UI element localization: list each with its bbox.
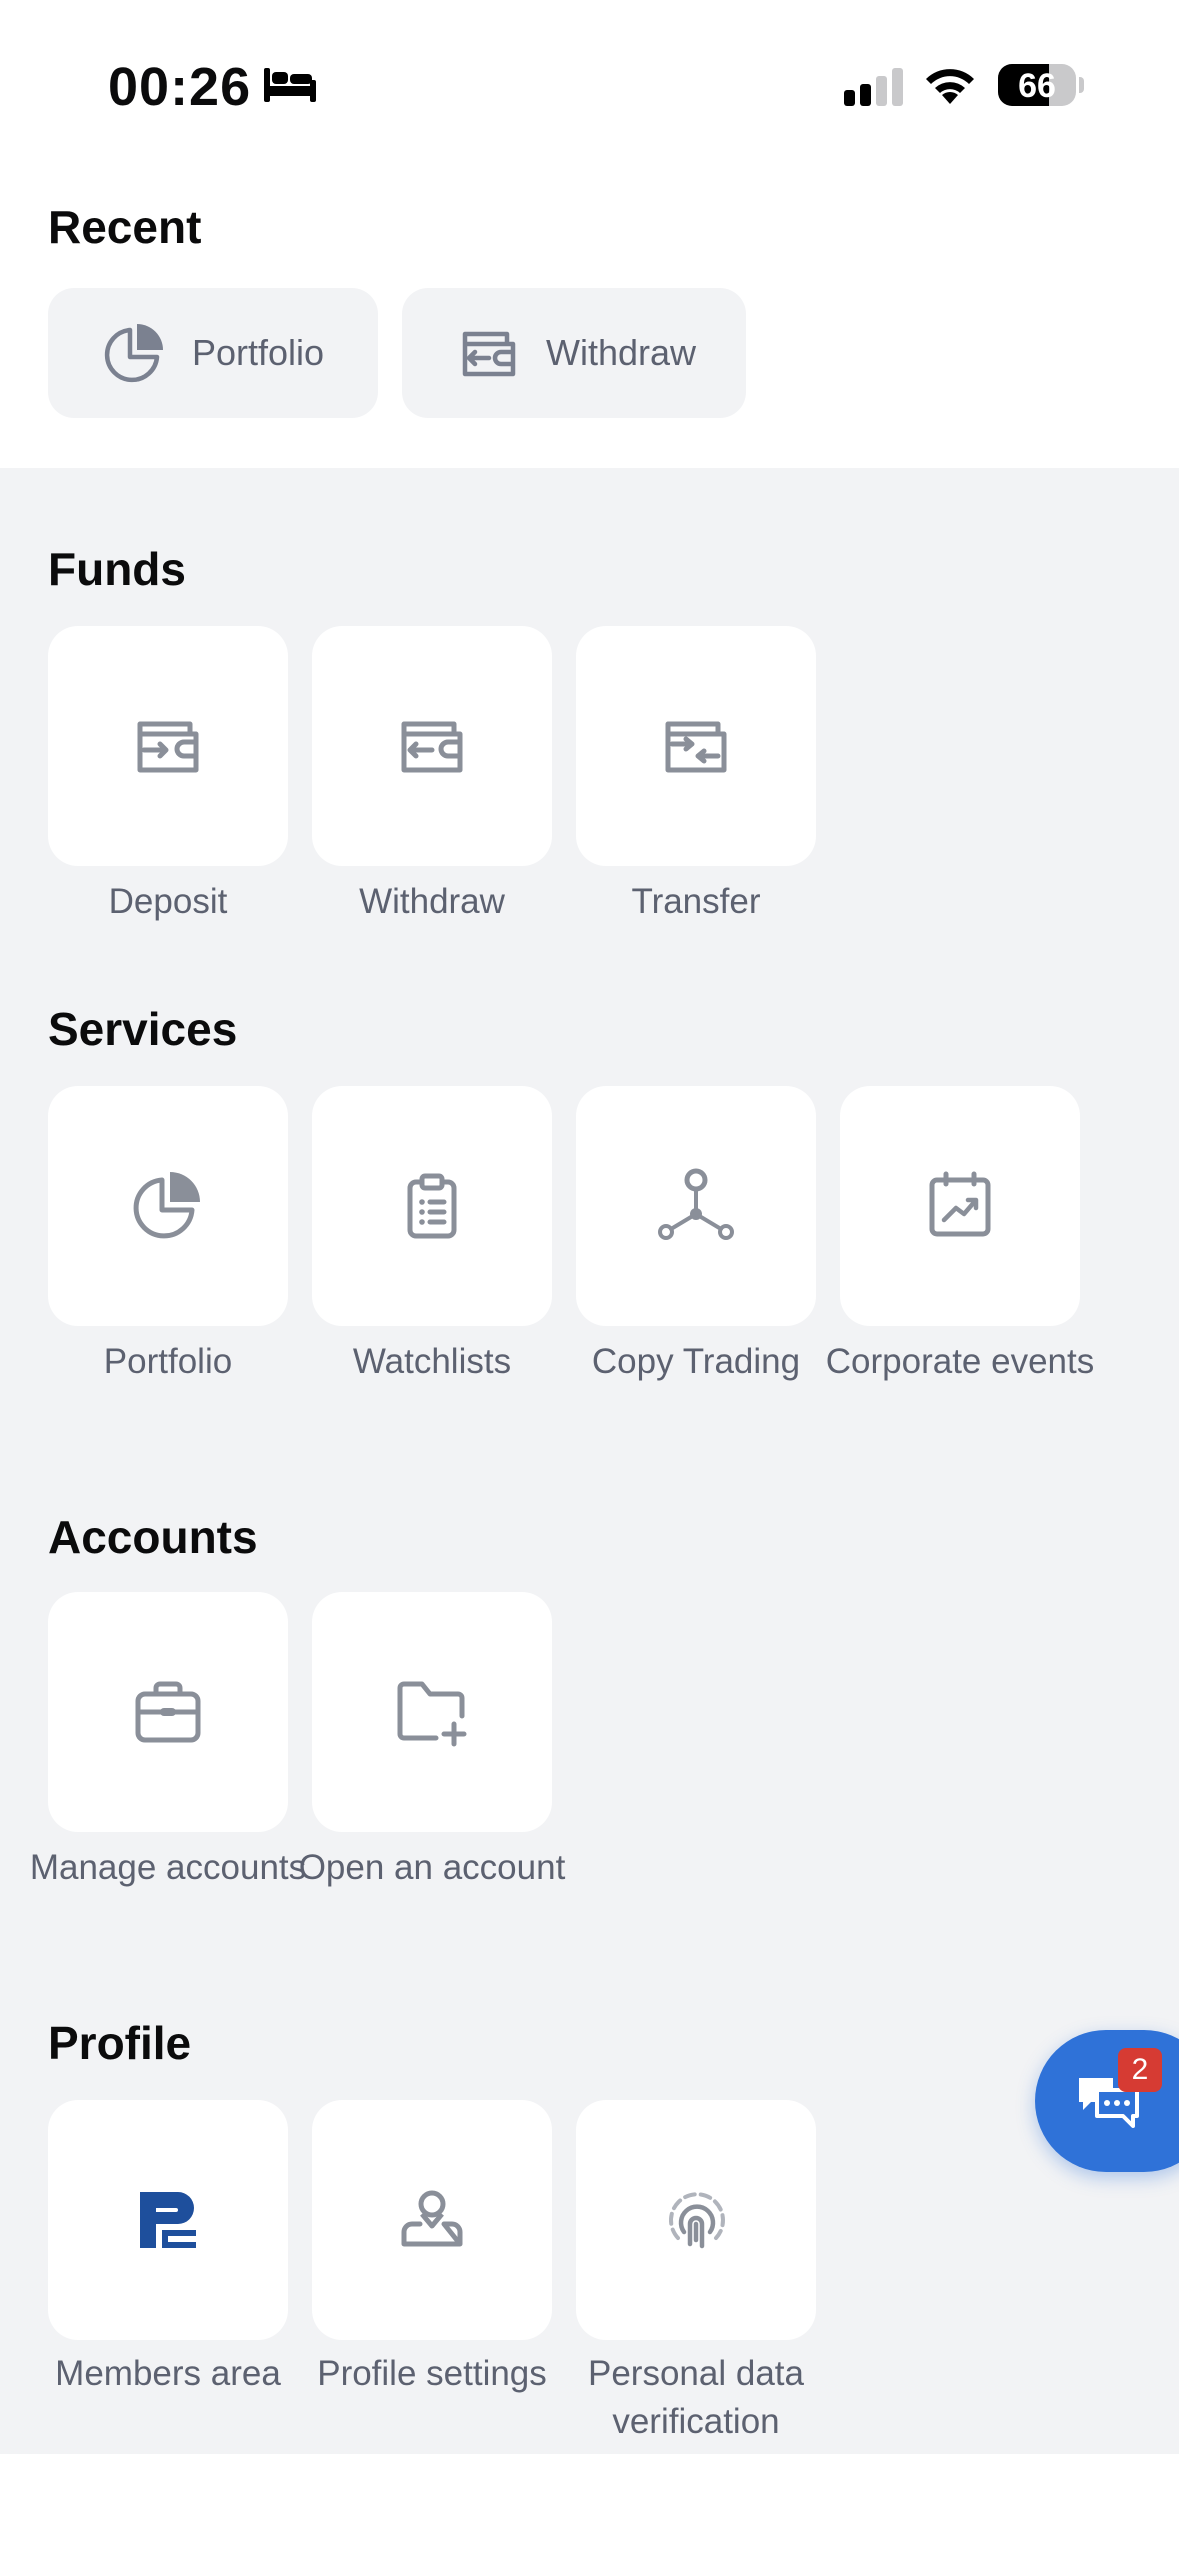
briefcase-icon [135, 1681, 201, 1743]
corporate-events-label: Corporate events [825, 1342, 1095, 1381]
watchlists-label: Watchlists [352, 1342, 512, 1381]
battery-cap [1079, 77, 1084, 93]
manage-accounts-tile[interactable] [48, 1592, 288, 1832]
deposit-label: Deposit [108, 882, 228, 921]
transfer-tile[interactable] [576, 626, 816, 866]
watchlists-tile[interactable] [312, 1086, 552, 1326]
wallet-transfer-icon [665, 721, 727, 773]
profile-settings-label: Profile settings [317, 2354, 547, 2393]
profile-settings-tile[interactable] [312, 2100, 552, 2340]
portfolio-label: Portfolio [103, 1342, 233, 1381]
withdraw-label: Withdraw [359, 882, 505, 921]
recent-chip-withdraw[interactable]: Withdraw [402, 288, 746, 418]
open-account-label: Open an account [298, 1848, 566, 1887]
copy-trading-label: Copy Trading [591, 1342, 801, 1381]
battery-indicator: 66 [998, 64, 1076, 106]
withdraw-tile[interactable] [312, 626, 552, 866]
user-settings-icon [401, 2190, 463, 2247]
wallet-deposit-icon [137, 721, 199, 773]
services-section-title: Services [48, 1003, 238, 1055]
network-nodes-icon [658, 1168, 734, 1240]
wallet-withdraw-icon [401, 721, 463, 773]
calendar-trend-icon [929, 1171, 991, 1237]
status-time: 00:26 [108, 57, 252, 117]
members-area-label: Members area [55, 2354, 281, 2393]
pie-chart-icon [133, 1172, 200, 1239]
wallet-withdraw-icon [454, 319, 522, 387]
personal-data-verification-tile[interactable] [576, 2100, 816, 2340]
folder-plus-icon [397, 1681, 467, 1747]
recent-chip-portfolio[interactable]: Portfolio [48, 288, 378, 418]
pie-chart-icon [100, 319, 168, 387]
brand-logo-icon [140, 2192, 196, 2248]
transfer-label: Transfer [631, 882, 761, 921]
recent-chip-label: Withdraw [546, 332, 697, 373]
unread-badge: 2 [1118, 2048, 1162, 2092]
fingerprint-icon [669, 2192, 725, 2249]
portfolio-tile[interactable] [48, 1086, 288, 1326]
bed-icon [264, 68, 316, 102]
wifi-icon [926, 69, 974, 104]
status-bar: 00:26 66 [0, 0, 1179, 150]
recent-chip-label: Portfolio [192, 332, 325, 373]
corporate-events-tile[interactable] [840, 1086, 1080, 1326]
recent-section-title: Recent [48, 201, 202, 253]
copy-trading-tile[interactable] [576, 1086, 816, 1326]
clipboard-list-icon [407, 1173, 457, 1239]
members-area-tile[interactable] [48, 2100, 288, 2340]
manage-accounts-label: Manage accounts [29, 1848, 307, 1887]
profile-section-title: Profile [48, 2017, 192, 2069]
cellular-signal-icon [844, 68, 903, 106]
accounts-section-title: Accounts [48, 1511, 258, 1563]
battery-level: 66 [1018, 67, 1056, 105]
personal-data-verification-label: Personal data verification [588, 2354, 804, 2441]
open-account-tile[interactable] [312, 1592, 552, 1832]
funds-section-title: Funds [48, 543, 186, 595]
deposit-tile[interactable] [48, 626, 288, 866]
bottom-area [0, 2454, 1179, 2556]
